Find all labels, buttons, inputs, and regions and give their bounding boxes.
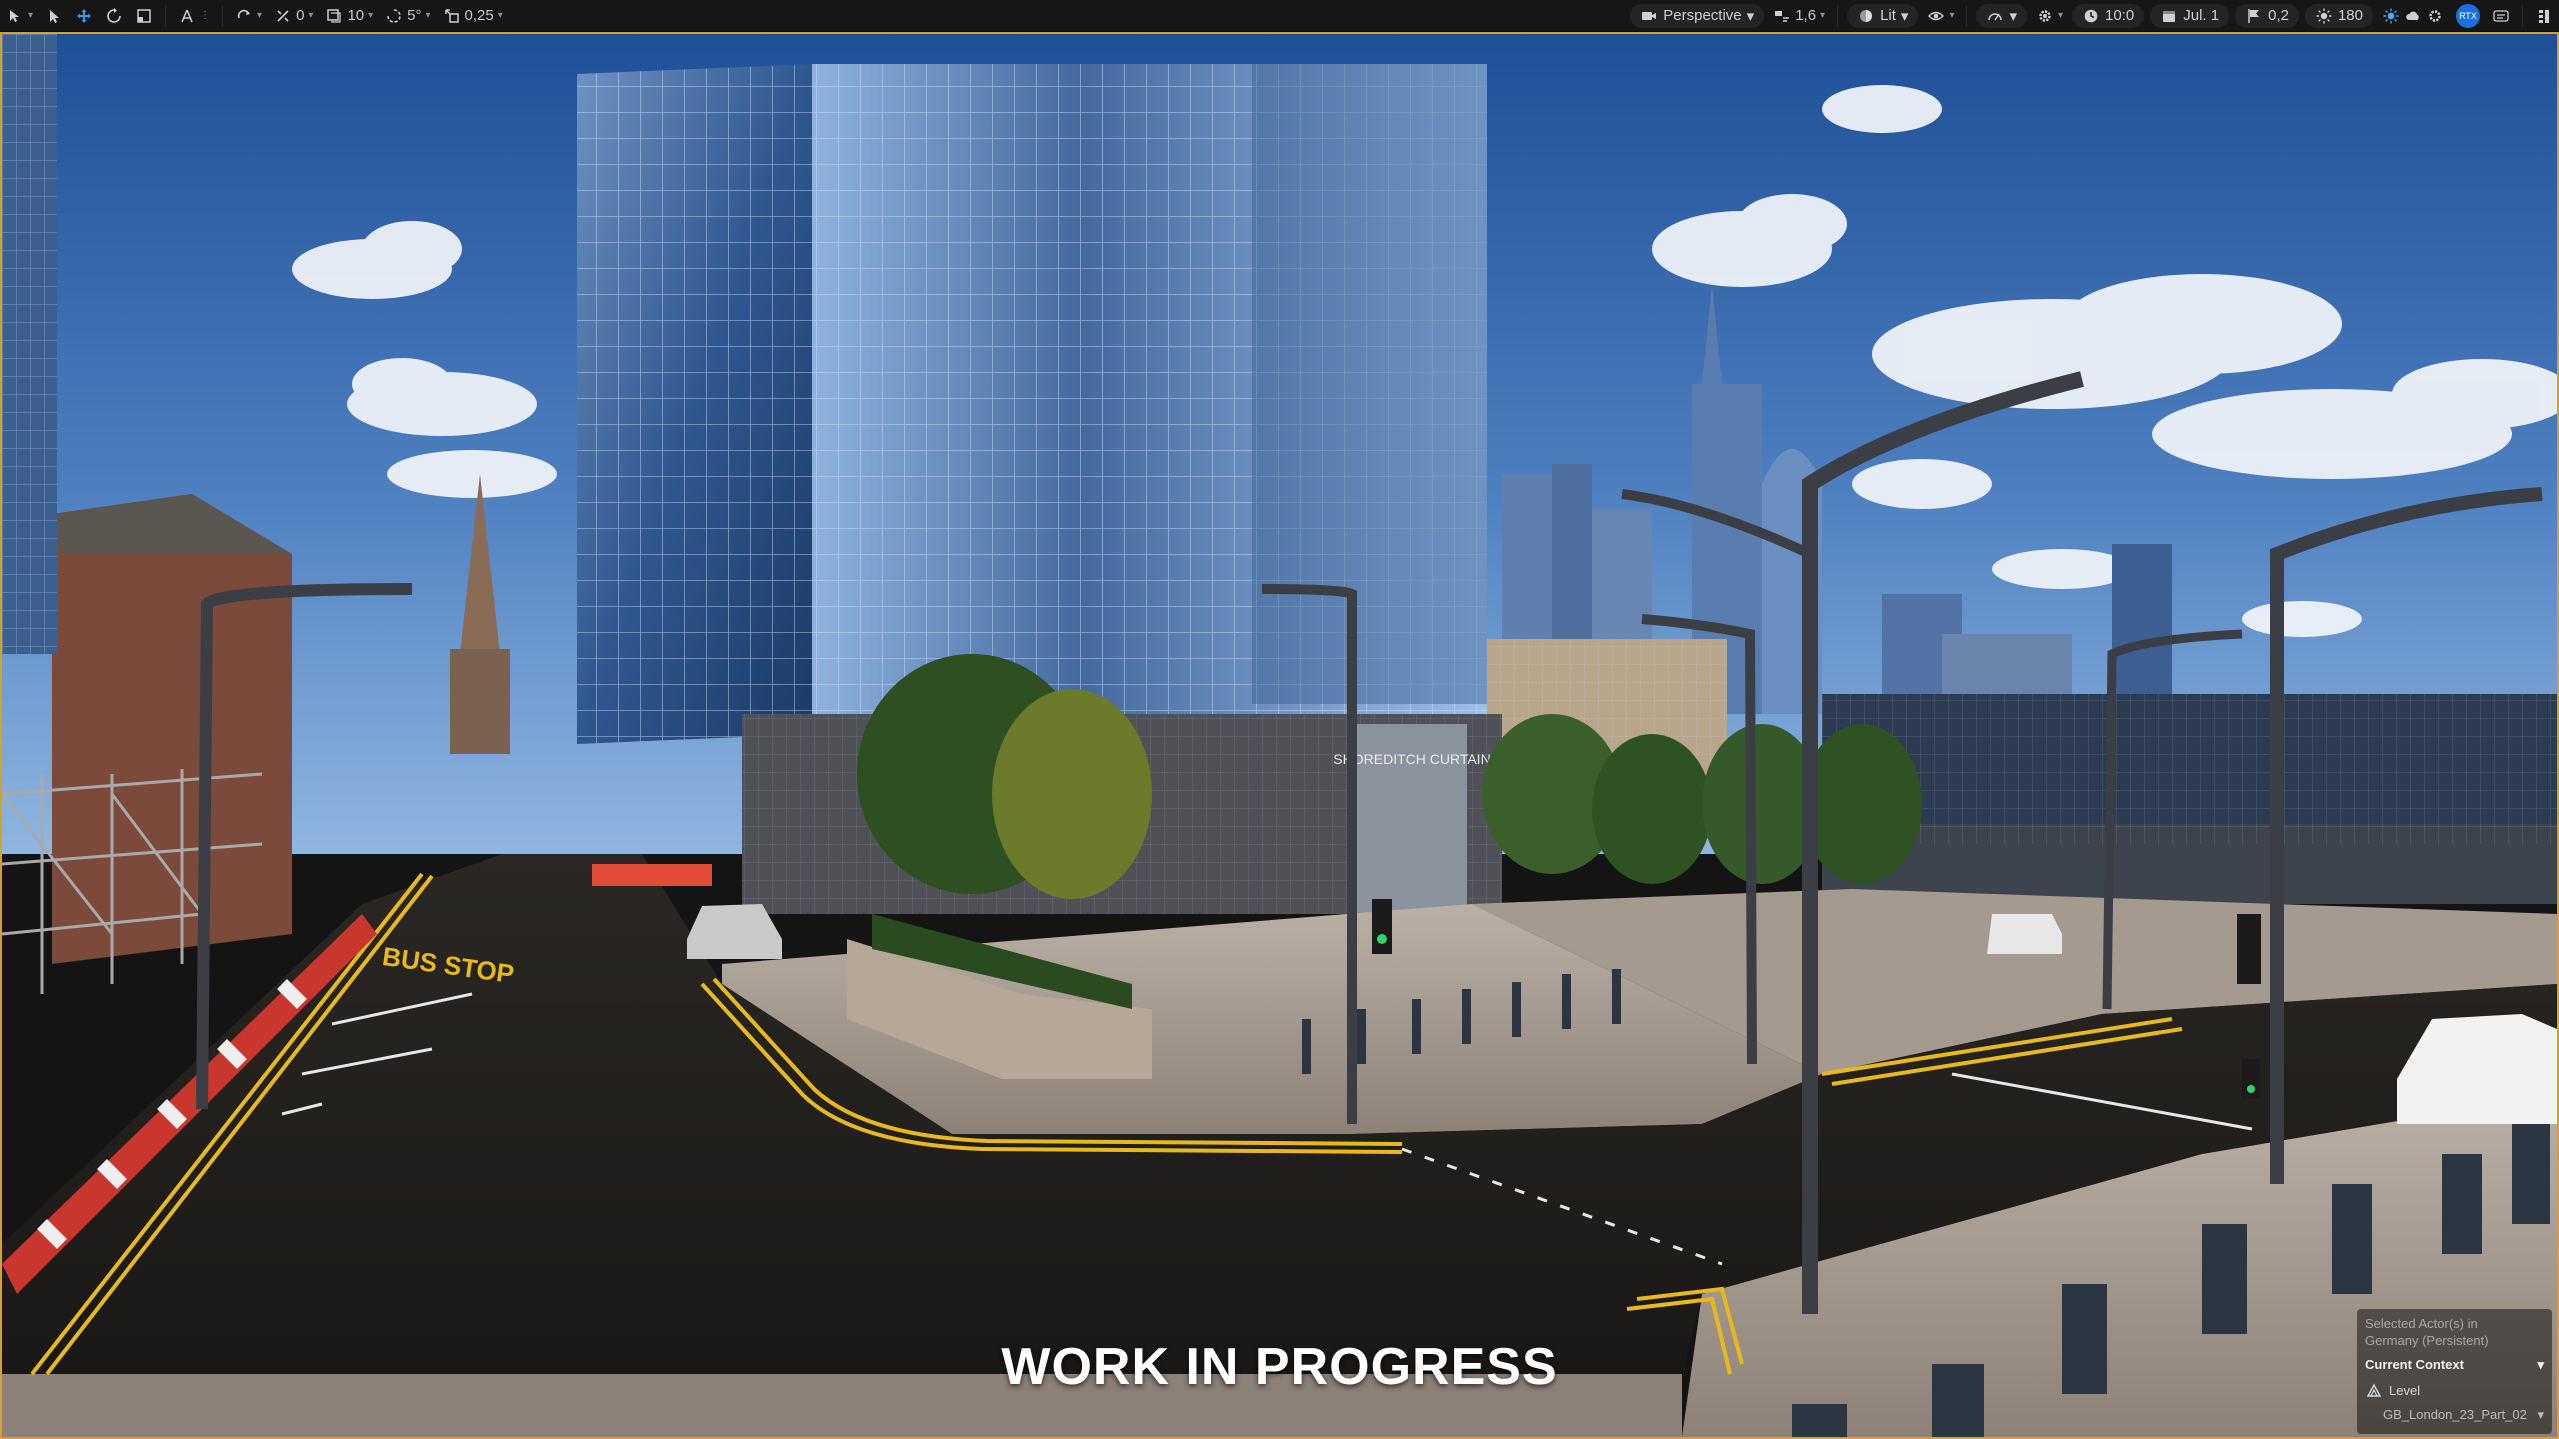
move-arrows-icon: [75, 7, 93, 25]
sun-angle-value: 180: [2337, 7, 2363, 24]
sun-blue-icon: [2382, 7, 2400, 25]
selected-actor-panel: Selected Actor(s) in Germany (Persistent…: [2357, 1309, 2552, 1434]
cursor-arrow-icon: [6, 7, 24, 25]
lighting-mode-dropdown[interactable]: Lit ▾: [1847, 3, 1919, 28]
time-of-day-field[interactable]: 10:0: [2072, 3, 2145, 28]
weather-settings-icon: [2426, 7, 2444, 25]
chevron-down-icon: ▾: [2058, 10, 2064, 21]
show-flags-button[interactable]: ▾: [1921, 4, 1960, 28]
date-field[interactable]: Jul. 1: [2150, 3, 2230, 28]
grid-snap-button[interactable]: 0 ▾: [268, 4, 319, 28]
transform-tools: ▾ ⋮ ▾ 0 ▾ 10 ▾ 5° ▾ 0,25 ▾: [0, 0, 509, 32]
grid-snap-icon: [274, 7, 292, 25]
surface-snapping-button[interactable]: ▾: [229, 4, 268, 28]
chevron-down-icon: ▾: [1746, 7, 1755, 25]
scale-snap-button[interactable]: 0,25 ▾: [437, 4, 509, 28]
menu-lines-icon: [2492, 7, 2510, 25]
rotation-snap-value: 5°: [407, 7, 422, 24]
toolbar-divider: [2522, 5, 2523, 26]
select-tool-button[interactable]: [39, 4, 69, 28]
gauge-icon: [1986, 7, 2004, 25]
chevron-down-icon: ▾: [368, 10, 374, 21]
chevron-down-icon: ▾: [28, 10, 34, 21]
grid-size-value: 10: [347, 7, 365, 24]
rotation-snap-button[interactable]: 5° ▾: [379, 4, 436, 28]
pointer-icon: [45, 7, 63, 25]
scale-snap-value: 0,25: [464, 7, 494, 24]
toolbar-divider: [222, 5, 224, 26]
flag-icon: [2245, 7, 2263, 25]
chevron-down-icon: ▾: [2009, 7, 2018, 25]
camera-speed-value: 1,6: [1795, 7, 1817, 24]
chevron-down-icon: ▾: [2537, 1357, 2544, 1372]
grid-size-icon: [325, 7, 343, 25]
lighting-mode-label: Lit: [1880, 7, 1896, 24]
chevron-down-icon: ▾: [425, 10, 431, 21]
current-context-header[interactable]: Current Context ▾: [2365, 1357, 2544, 1373]
clock-icon: [2082, 7, 2100, 25]
chevron-down-icon: ▾: [1900, 7, 1909, 25]
selected-world-label: Germany (Persistent): [2365, 1333, 2489, 1348]
station-canopy: [1822, 694, 2557, 904]
toolbar-divider: [1966, 5, 1968, 26]
performance-dropdown[interactable]: ▾: [1976, 3, 2028, 28]
level-viewport[interactable]: SHOREDITCH CURTAIN BUS STOP WORK IN PROG…: [0, 32, 2559, 1439]
eye-icon: [1927, 7, 1945, 25]
toolbar-divider: [1837, 5, 1839, 26]
surface-snap-icon: [235, 7, 253, 25]
sun-icon: [2315, 7, 2333, 25]
rotate-icon: [105, 7, 123, 25]
select-mode-button[interactable]: ▾: [0, 4, 39, 28]
gear-icon: [2036, 7, 2054, 25]
scale-tool-button[interactable]: [129, 4, 159, 28]
camera-icon: [1640, 7, 1658, 25]
chevron-down-icon: ▾: [308, 10, 314, 21]
viewport-options-button[interactable]: [2529, 4, 2559, 28]
toolbar-divider: [165, 5, 167, 26]
layout-menu-button[interactable]: [2486, 4, 2516, 28]
camera-speed-icon: [1773, 7, 1791, 25]
rotation-snap-icon: [385, 7, 403, 25]
more-options-icon: ⋮: [200, 10, 211, 21]
chevron-down-icon: ▾: [257, 10, 263, 21]
context-type-label: Level: [2389, 1382, 2421, 1398]
view-mode-dropdown[interactable]: Perspective ▾: [1630, 3, 1765, 28]
cloud-coverage-value: 0,2: [2268, 7, 2289, 24]
viewport-settings-button[interactable]: ▾: [2030, 4, 2069, 28]
date-value: Jul. 1: [2183, 7, 2220, 24]
level-icon: [2365, 1381, 2383, 1399]
kebab-menu-icon: [2535, 7, 2553, 25]
current-context-label: Current Context: [2365, 1357, 2464, 1372]
work-in-progress-overlay: WORK IN PROGRESS: [1001, 1338, 1558, 1396]
view-mode-label: Perspective: [1663, 7, 1742, 24]
viewport-toolbar: ▾ ⋮ ▾ 0 ▾ 10 ▾ 5° ▾ 0,25 ▾ Perspective ▾…: [0, 0, 2559, 32]
scale-box-icon: [135, 7, 153, 25]
lit-sphere-icon: [1857, 7, 1875, 25]
selected-actor-label: Selected Actor(s) in: [2365, 1316, 2478, 1331]
camera-speed-button[interactable]: 1,6 ▾: [1767, 4, 1831, 28]
coordinate-system-button[interactable]: ⋮: [172, 4, 216, 28]
chevron-down-icon: ▾: [1820, 10, 1826, 21]
cloud-icon: [2404, 7, 2422, 25]
sun-angle-field[interactable]: 180: [2304, 3, 2373, 28]
view-options: Perspective ▾ 1,6 ▾ Lit ▾ ▾ ▾ ▾ 10:0 Jul…: [1627, 0, 2559, 32]
raytracing-badge[interactable]: RTX: [2456, 3, 2480, 28]
chevron-down-icon: ▾: [1949, 10, 1955, 21]
context-type-row: Level: [2365, 1381, 2544, 1399]
scale-snap-icon: [443, 7, 461, 25]
chevron-down-icon: ▾: [497, 10, 503, 21]
calendar-icon: [2160, 7, 2178, 25]
level-name: GB_London_23_Part_02: [2383, 1407, 2527, 1422]
cloud-coverage-field[interactable]: 0,2: [2235, 3, 2299, 28]
chevron-down-icon: ▾: [2537, 1407, 2544, 1422]
rendered-scene[interactable]: SHOREDITCH CURTAIN BUS STOP: [2, 34, 2557, 1437]
time-of-day-value: 10:0: [2105, 7, 2135, 24]
translate-tool-button[interactable]: [69, 4, 99, 28]
rotate-tool-button[interactable]: [99, 4, 129, 28]
grid-snap-value: 0: [296, 7, 305, 24]
axis-icon: [178, 7, 196, 25]
level-selector[interactable]: GB_London_23_Part_02 ▾: [2383, 1407, 2544, 1423]
grid-size-button[interactable]: 10 ▾: [319, 4, 379, 28]
weather-toggles[interactable]: [2376, 4, 2450, 28]
